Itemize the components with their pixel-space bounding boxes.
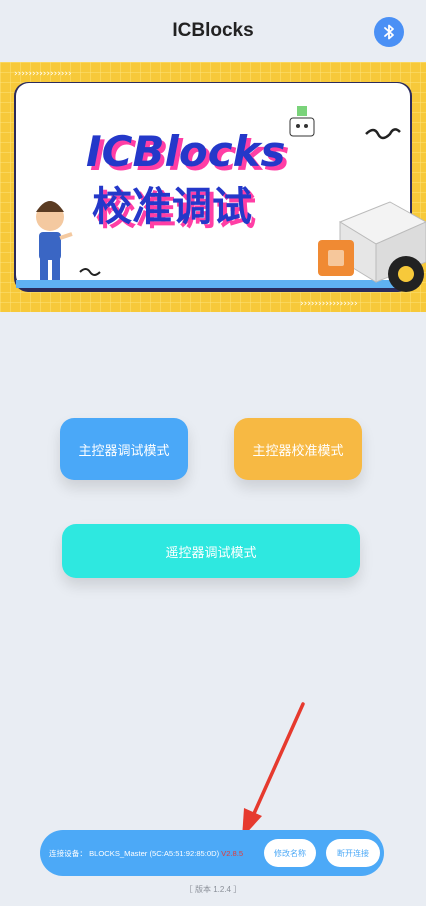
bluetooth-icon <box>384 24 394 40</box>
bluetooth-button[interactable] <box>374 17 404 47</box>
main-controller-debug-button[interactable]: 主控器调试模式 <box>60 418 188 480</box>
disconnect-label: 断开连接 <box>337 848 369 858</box>
svg-text:››››››››››››››››: ›››››››››››››››› <box>14 69 72 79</box>
banner-title-line2: 校准调试 <box>92 184 252 230</box>
remote-controller-debug-button[interactable]: 遥控器调试模式 <box>62 524 360 578</box>
app-title: ICBlocks <box>172 20 254 41</box>
disconnect-button[interactable]: 断开连接 <box>326 839 380 867</box>
rename-button[interactable]: 修改名称 <box>264 839 316 867</box>
banner-image: ›››››››››››››››› ›››››››››››››››› ICBloc… <box>0 62 426 312</box>
banner-title-line1: ICBlocks <box>86 127 286 176</box>
app-version: ［ 版本 1.2.4 ］ <box>184 885 242 894</box>
svg-text:››››››››››››››››: ›››››››››››››››› <box>300 299 358 309</box>
connection-info: 连接设备： BLOCKS_Master (5C:A5:51:92:85:0D) V… <box>49 848 243 859</box>
app-header: ICBlocks <box>0 0 426 62</box>
connection-status-bar: 连接设备： BLOCKS_Master (5C:A5:51:92:85:0D) V… <box>40 830 384 876</box>
device-mac: (5C:A5:51:92:85:0D) <box>149 848 220 858</box>
firmware-version: V2.8.5 <box>221 848 244 858</box>
remote-controller-debug-label: 遥控器调试模式 <box>165 545 257 561</box>
main-controller-calibrate-label: 主控器校准模式 <box>252 443 344 459</box>
main-controller-debug-label: 主控器调试模式 <box>78 443 170 459</box>
rename-label: 修改名称 <box>274 848 306 858</box>
device-prefix: 连接设备： <box>49 848 87 858</box>
device-name: BLOCKS_Master <box>89 848 148 858</box>
main-controller-calibrate-button[interactable]: 主控器校准模式 <box>234 418 362 480</box>
